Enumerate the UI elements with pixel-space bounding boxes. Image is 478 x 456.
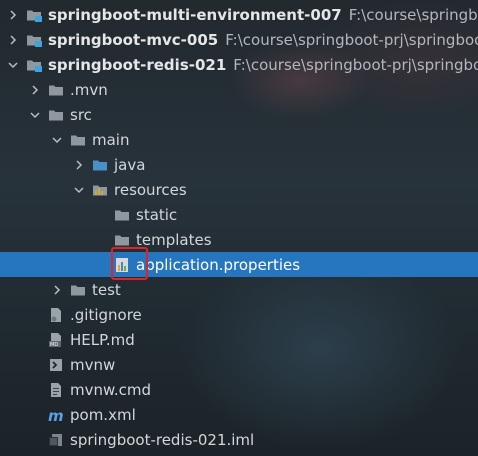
tree-item-path: F:\course\springboot	[348, 5, 478, 24]
chevron-down-icon[interactable]	[72, 183, 86, 197]
tree-row[interactable]: application.properties	[0, 252, 478, 277]
resources-folder-icon	[92, 182, 108, 198]
chevron-down-icon[interactable]	[28, 108, 42, 122]
tree-item-label: pom.xml	[70, 405, 136, 424]
tree-row[interactable]: static	[0, 202, 478, 227]
module-folder-icon	[26, 32, 42, 48]
tree-row[interactable]: templates	[0, 227, 478, 252]
chevron-right-icon[interactable]	[50, 283, 64, 297]
tree-item-label: static	[136, 205, 178, 224]
chevron-right-icon[interactable]	[28, 83, 42, 97]
svg-text:MD: MD	[50, 342, 58, 348]
tree-item-label: .gitignore	[70, 305, 142, 324]
tree-row[interactable]: src	[0, 102, 478, 127]
source-folder-icon	[92, 157, 108, 173]
tree-row[interactable]: m pom.xml	[0, 402, 478, 427]
tree-item-label: springboot-redis-021	[48, 55, 227, 74]
tree-item-label: springboot-multi-environment-007	[48, 5, 342, 24]
annotation-highlight-box	[111, 247, 148, 280]
tree-item-label: mvnw	[70, 355, 116, 374]
tree-row[interactable]: java	[0, 152, 478, 177]
tree-row[interactable]: resources	[0, 177, 478, 202]
tree-row[interactable]: mvnw.cmd	[0, 377, 478, 402]
tree-row[interactable]: springboot-redis-021 F:\course\springboot…	[0, 52, 478, 77]
chevron-down-icon[interactable]	[50, 133, 64, 147]
tree-item-label: springboot-mvc-005	[48, 30, 219, 49]
tree-row[interactable]: .mvn	[0, 77, 478, 102]
tree-item-label: mvnw.cmd	[70, 380, 152, 399]
tree-item-label: springboot-redis-021.iml	[70, 430, 255, 449]
markdown-file-icon: MD	[48, 332, 64, 348]
tree-row[interactable]: main	[0, 127, 478, 152]
tree-item-label: main	[92, 130, 130, 149]
folder-icon	[70, 132, 86, 148]
iml-file-icon	[48, 432, 64, 448]
folder-icon	[48, 82, 64, 98]
tree-row[interactable]: springboot-redis-021.iml	[0, 427, 478, 452]
tree-item-label: HELP.md	[70, 330, 135, 349]
folder-icon	[114, 232, 130, 248]
folder-icon	[114, 207, 130, 223]
text-file-icon	[48, 382, 64, 398]
script-file-icon	[48, 357, 64, 373]
chevron-right-icon[interactable]	[6, 33, 20, 47]
gitignore-file-icon	[48, 307, 64, 323]
folder-icon	[48, 107, 64, 123]
chevron-right-icon[interactable]	[72, 158, 86, 172]
chevron-down-icon[interactable]	[6, 58, 20, 72]
chevron-right-icon[interactable]	[6, 8, 20, 22]
module-folder-icon	[26, 57, 42, 73]
tree-item-label: src	[70, 105, 92, 124]
tree-row[interactable]: test	[0, 277, 478, 302]
tree-item-label: resources	[114, 180, 187, 199]
tree-item-path: F:\course\springboot-prj\springboo	[233, 55, 478, 74]
tree-item-label: .mvn	[70, 80, 108, 99]
tree-item-label: test	[92, 280, 121, 299]
tree-item-label: java	[114, 155, 146, 174]
tree-row[interactable]: .gitignore	[0, 302, 478, 327]
tree-row[interactable]: springboot-multi-environment-007 F:\cours…	[0, 2, 478, 27]
tree-item-label: application.properties	[136, 255, 301, 274]
tree-row[interactable]: mvnw	[0, 352, 478, 377]
maven-file-icon: m	[48, 407, 64, 423]
tree-row[interactable]: MD HELP.md	[0, 327, 478, 352]
svg-text:m: m	[48, 407, 64, 423]
tree-item-path: F:\course\springboot-prj\springboo	[225, 30, 478, 49]
tree-row[interactable]: springboot-mvc-005 F:\course\springboot-p…	[0, 27, 478, 52]
project-tree: springboot-multi-environment-007 F:\cours…	[0, 0, 478, 456]
module-folder-icon	[26, 7, 42, 23]
tree-item-label: templates	[136, 230, 212, 249]
folder-icon	[70, 282, 86, 298]
